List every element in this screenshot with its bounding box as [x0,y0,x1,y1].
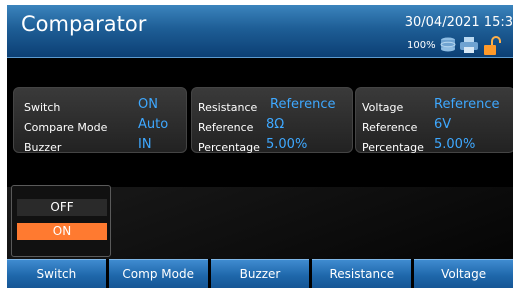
resistance-label: Resistance [198,101,258,114]
switch-value[interactable]: ON [138,97,158,112]
buzzer-value[interactable]: IN [138,137,152,152]
voltage-reference-value[interactable]: 6V [434,117,451,132]
voltage-percentage-value[interactable]: 5.00% [434,137,475,152]
instrument-screen: Comparator 30/04/2021 15:3 100% Switch O… [7,5,513,288]
compare-mode-value[interactable]: Auto [138,117,168,132]
switch-option-popup: OFF ON [11,185,111,257]
resistance-percentage-value[interactable]: 5.00% [266,137,307,152]
softkey-comp-mode[interactable]: Comp Mode [108,259,208,288]
datetime-display: 30/04/2021 15:3 [404,15,513,30]
resistance-settings-panel: Resistance Reference Reference 8Ω Percen… [191,87,353,154]
resistance-mode-value[interactable]: Reference [270,97,335,112]
voltage-mode-value[interactable]: Reference [434,97,499,112]
printer-icon [460,37,478,53]
softkey-voltage[interactable]: Voltage [414,259,513,288]
resistance-reference-value[interactable]: 8Ω [266,117,284,132]
parameter-panels: Switch ON Compare Mode Auto Buzzer IN Re… [7,63,513,187]
option-on-selected[interactable]: ON [17,223,107,240]
unlock-icon [484,36,501,55]
page-title: Comparator [21,12,147,36]
voltage-percentage-label: Percentage [362,141,424,154]
buzzer-label: Buzzer [24,141,62,154]
battery-level: 100% [407,40,436,51]
voltage-settings-panel: Voltage Reference Reference 6V Percentag… [355,87,513,154]
title-bar: Comparator 30/04/2021 15:3 100% [7,5,513,58]
softkey-switch[interactable]: Switch [7,259,106,288]
resistance-percentage-label: Percentage [198,141,260,154]
softkey-resistance[interactable]: Resistance [312,259,412,288]
compare-mode-label: Compare Mode [24,121,108,134]
voltage-reference-label: Reference [362,121,418,134]
softkey-bar: Switch Comp Mode Buzzer Resistance Volta… [7,259,513,288]
switch-label: Switch [24,101,61,114]
voltage-label: Voltage [362,101,404,114]
disk-icon [440,37,456,52]
option-off[interactable]: OFF [17,199,107,216]
softkey-buzzer[interactable]: Buzzer [210,259,310,288]
switch-settings-panel: Switch ON Compare Mode Auto Buzzer IN [13,87,187,154]
resistance-reference-label: Reference [198,121,254,134]
